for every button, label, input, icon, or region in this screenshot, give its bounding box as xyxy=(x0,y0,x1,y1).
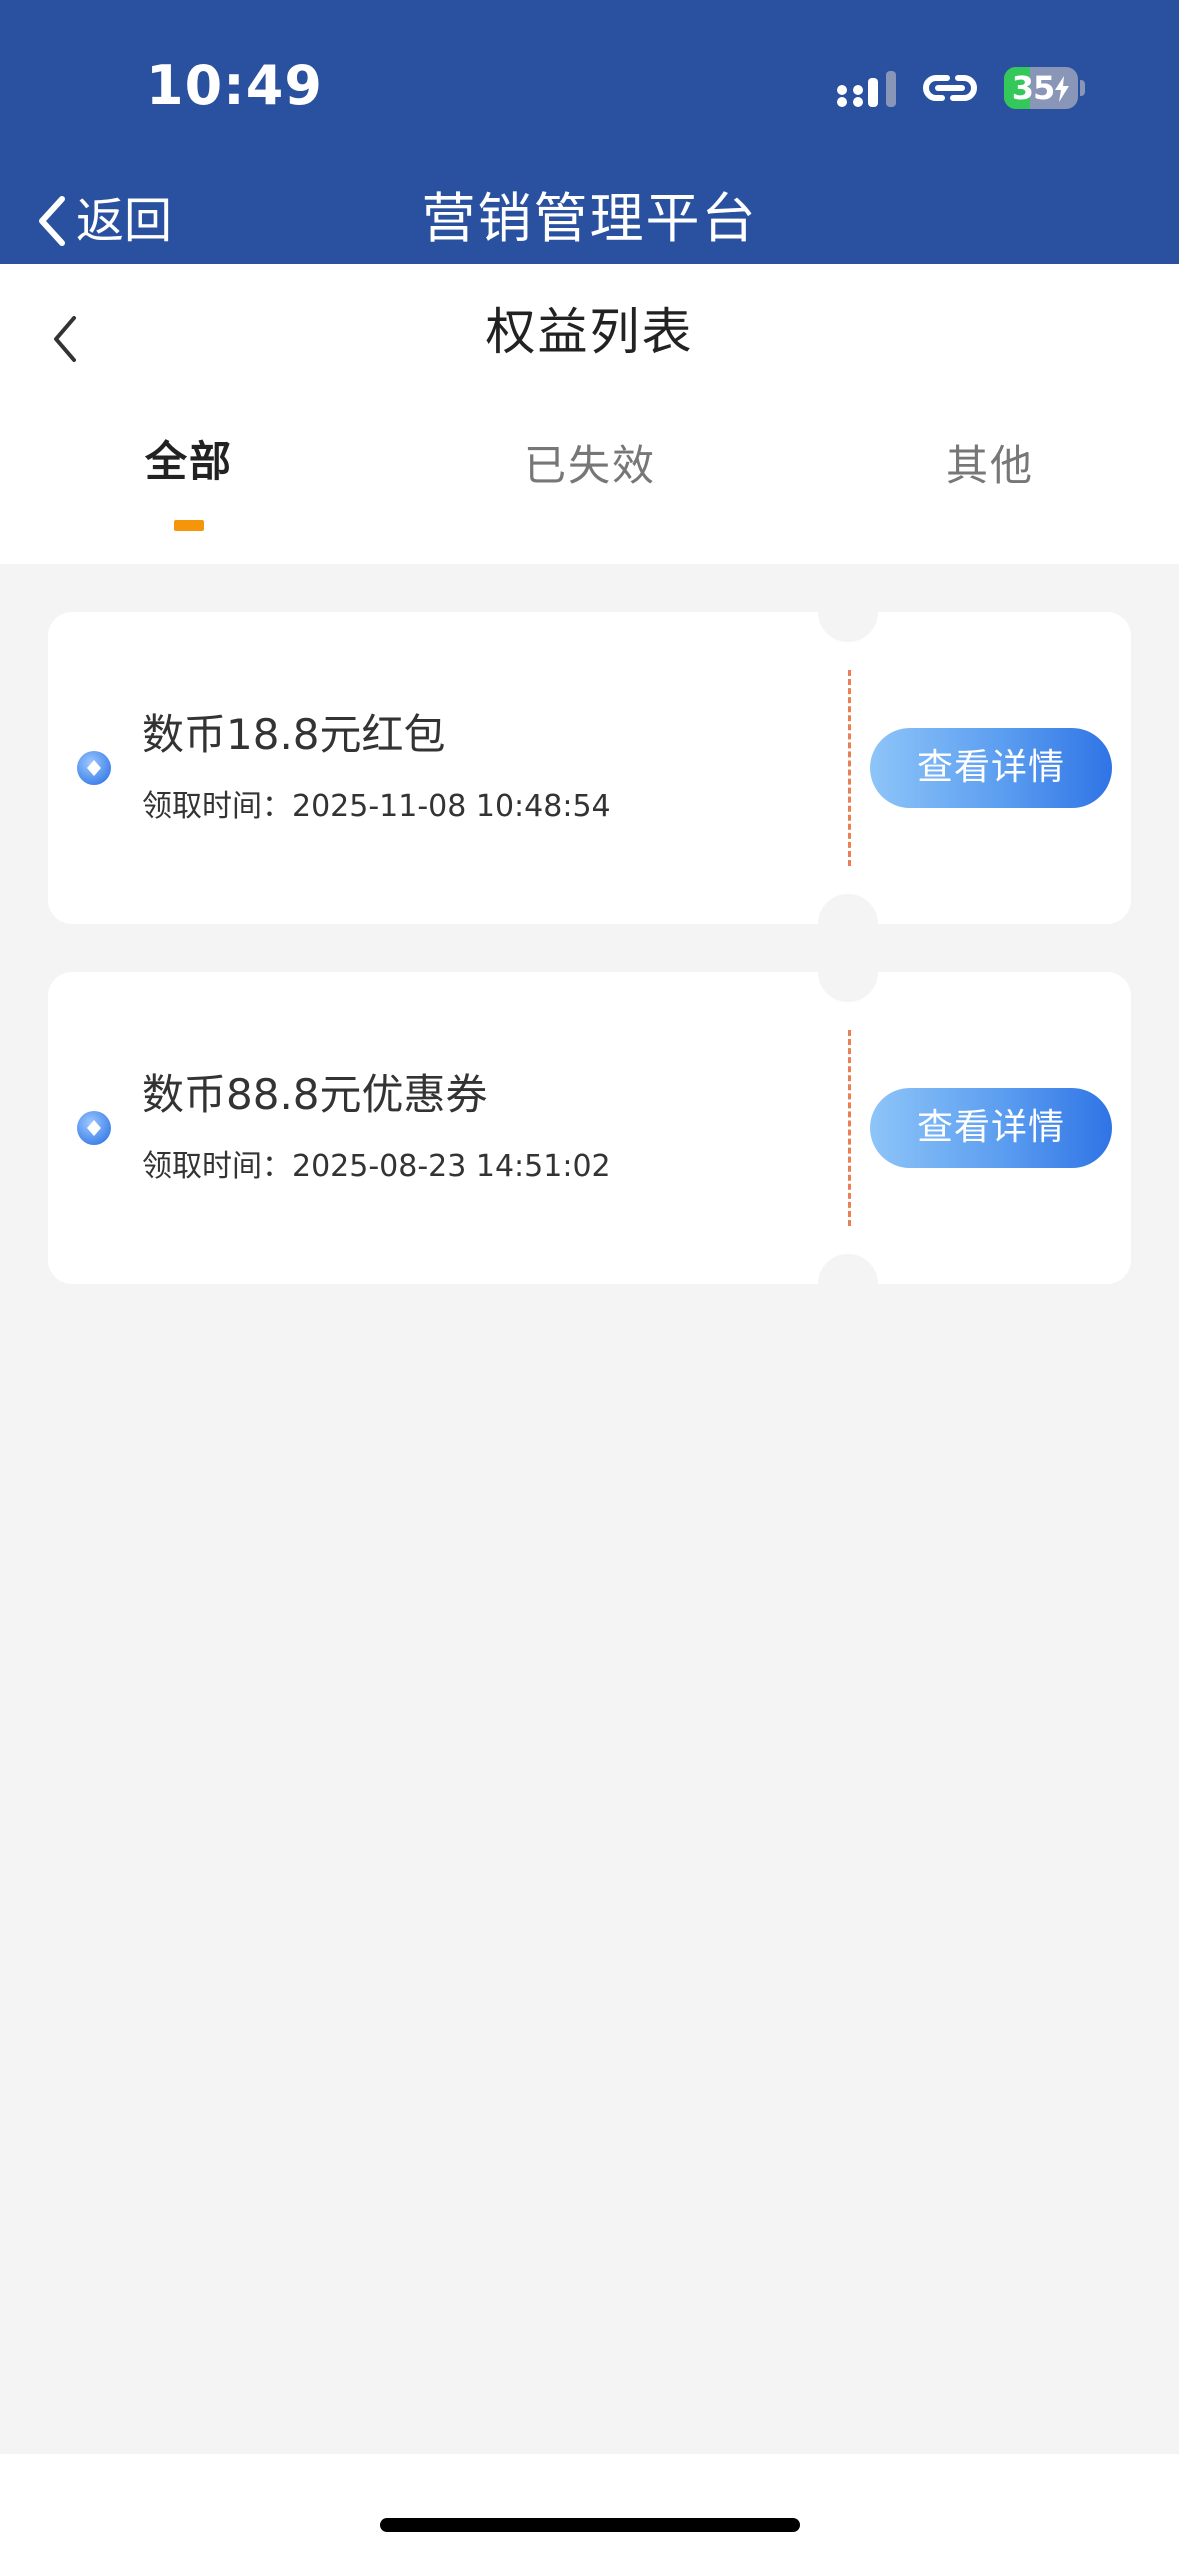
bolt-icon xyxy=(1055,76,1070,102)
status-time: 10:49 xyxy=(146,54,323,117)
home-indicator[interactable] xyxy=(380,2518,800,2532)
card-divider xyxy=(848,1030,851,1226)
link-icon xyxy=(923,75,977,101)
view-details-button[interactable]: 查看详情 xyxy=(870,1088,1112,1168)
battery-level-text: 35 xyxy=(1011,69,1056,107)
page-header: 权益列表 全部 已失效 其他 xyxy=(0,264,1179,564)
app-top-band: 10:49 35 返回 营销管理平台 xyxy=(0,0,1179,264)
card-divider xyxy=(848,670,851,866)
reward-title: 数币88.8元优惠券 xyxy=(142,1070,488,1119)
view-details-button[interactable]: 查看详情 xyxy=(870,728,1112,808)
coin-icon xyxy=(77,751,111,785)
bottom-safe-area xyxy=(0,2454,1179,2556)
reward-card: 数币18.8元红包 领取时间：2025-11-08 10:48:54 查看详情 xyxy=(48,612,1131,924)
reward-time: 领取时间：2025-11-08 10:48:54 xyxy=(142,786,611,828)
app-title: 营销管理平台 xyxy=(421,187,758,250)
page-title: 权益列表 xyxy=(485,303,694,361)
reward-time-value: 2025-11-08 10:48:54 xyxy=(292,789,611,824)
reward-time-label: 领取时间： xyxy=(142,1149,292,1184)
signal-icon xyxy=(837,71,896,107)
reward-title: 数币18.8元红包 xyxy=(142,710,446,759)
reward-card: 数币88.8元优惠券 领取时间：2025-08-23 14:51:02 查看详情 xyxy=(48,972,1131,1284)
tab-expired[interactable]: 已失效 xyxy=(440,436,740,496)
battery-icon: 35 xyxy=(1004,67,1085,109)
reward-time-label: 领取时间： xyxy=(142,789,292,824)
reward-time-value: 2025-08-23 14:51:02 xyxy=(292,1149,611,1184)
coin-icon xyxy=(77,1111,111,1145)
tab-all[interactable]: 全部 xyxy=(39,432,339,492)
active-tab-indicator xyxy=(174,520,204,531)
tab-other[interactable]: 其他 xyxy=(840,436,1140,496)
reward-time: 领取时间：2025-08-23 14:51:02 xyxy=(142,1146,611,1188)
